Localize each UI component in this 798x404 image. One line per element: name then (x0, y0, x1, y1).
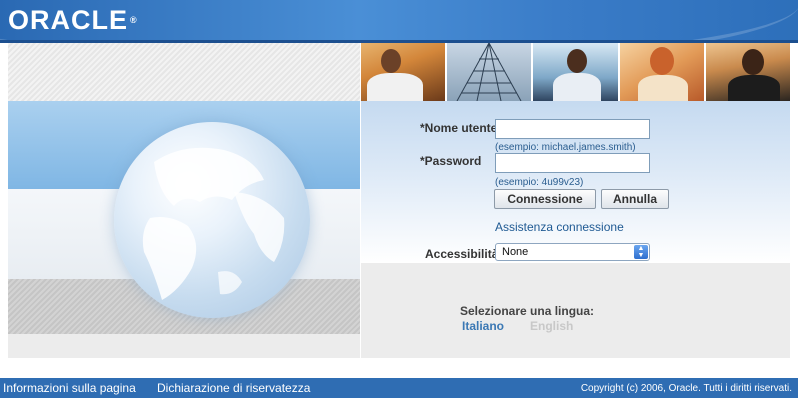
photo-business-meeting (361, 43, 446, 101)
accessibility-select[interactable]: None ▲ ▼ (495, 243, 650, 261)
photo-tower-structure (447, 43, 532, 101)
globe-image (114, 122, 310, 318)
username-hint: (esempio: michael.james.smith) (495, 142, 636, 153)
language-option-italiano[interactable]: Italiano (462, 319, 504, 333)
login-help-link[interactable]: Assistenza connessione (495, 220, 624, 234)
select-arrows-icon: ▲ ▼ (634, 245, 648, 259)
language-title: Selezionare una lingua: (460, 304, 595, 318)
globe-continents (142, 147, 285, 300)
connect-button[interactable]: Connessione (494, 189, 596, 209)
photo-support-agent (619, 43, 704, 101)
left-top-pattern (8, 43, 360, 101)
accessibility-label: Accessibilità (425, 247, 499, 261)
photo-strip (361, 43, 791, 101)
page-info-link[interactable]: Informazioni sulla pagina (3, 381, 136, 395)
header-bar: ORACLE ® (0, 0, 798, 40)
oracle-logo: ORACLE ® (8, 5, 138, 35)
photo-businessman (705, 43, 791, 101)
language-option-english[interactable]: English (530, 319, 573, 333)
password-input[interactable] (495, 153, 650, 173)
password-hint: (esempio: 4u99v23) (495, 177, 584, 188)
accessibility-selected-value: None (502, 246, 529, 258)
privacy-link[interactable]: Dichiarazione di riservatezza (157, 381, 310, 395)
left-foot-strip (8, 334, 360, 358)
footer-bar: Informazioni sulla pagina Dichiarazione … (0, 378, 798, 398)
copyright-text: Copyright (c) 2006, Oracle. Tutti i diri… (580, 383, 792, 394)
password-label: *Password (420, 154, 482, 168)
username-input[interactable] (495, 119, 650, 139)
photo-office-worker (533, 43, 618, 101)
username-label: *Nome utente (420, 121, 498, 135)
cancel-button[interactable]: Annulla (601, 189, 669, 209)
